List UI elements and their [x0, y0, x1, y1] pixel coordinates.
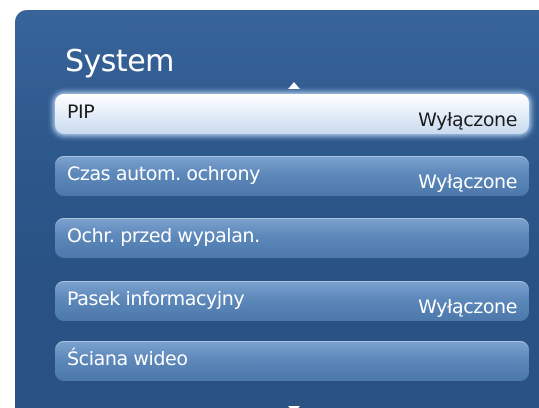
menu-item-auto-protection-time[interactable]: Czas autom. ochrony Wyłączone: [55, 156, 529, 196]
menu-item-ticker[interactable]: Pasek informacyjny Wyłączone: [55, 281, 529, 321]
menu-item-value: Wyłączone: [418, 296, 517, 318]
menu-item-label: Pasek informacyjny: [67, 288, 245, 310]
menu-item-value: Wyłączone: [418, 171, 517, 193]
menu-item-label: Ochr. przed wypalan.: [67, 225, 260, 247]
system-menu-panel: System PIP Wyłączone Czas autom. ochrony…: [15, 10, 539, 408]
scroll-up-arrow-icon[interactable]: [288, 82, 300, 89]
menu-title: System: [65, 44, 174, 79]
menu-item-value: Wyłączone: [418, 109, 517, 131]
menu-item-video-wall[interactable]: Ściana wideo: [55, 341, 529, 381]
menu-item-burn-protection[interactable]: Ochr. przed wypalan.: [55, 218, 529, 258]
menu-item-label: Ściana wideo: [67, 348, 188, 370]
menu-item-label: Czas autom. ochrony: [67, 163, 260, 185]
menu-item-label: PIP: [67, 101, 95, 123]
menu-item-pip[interactable]: PIP Wyłączone: [55, 94, 529, 134]
